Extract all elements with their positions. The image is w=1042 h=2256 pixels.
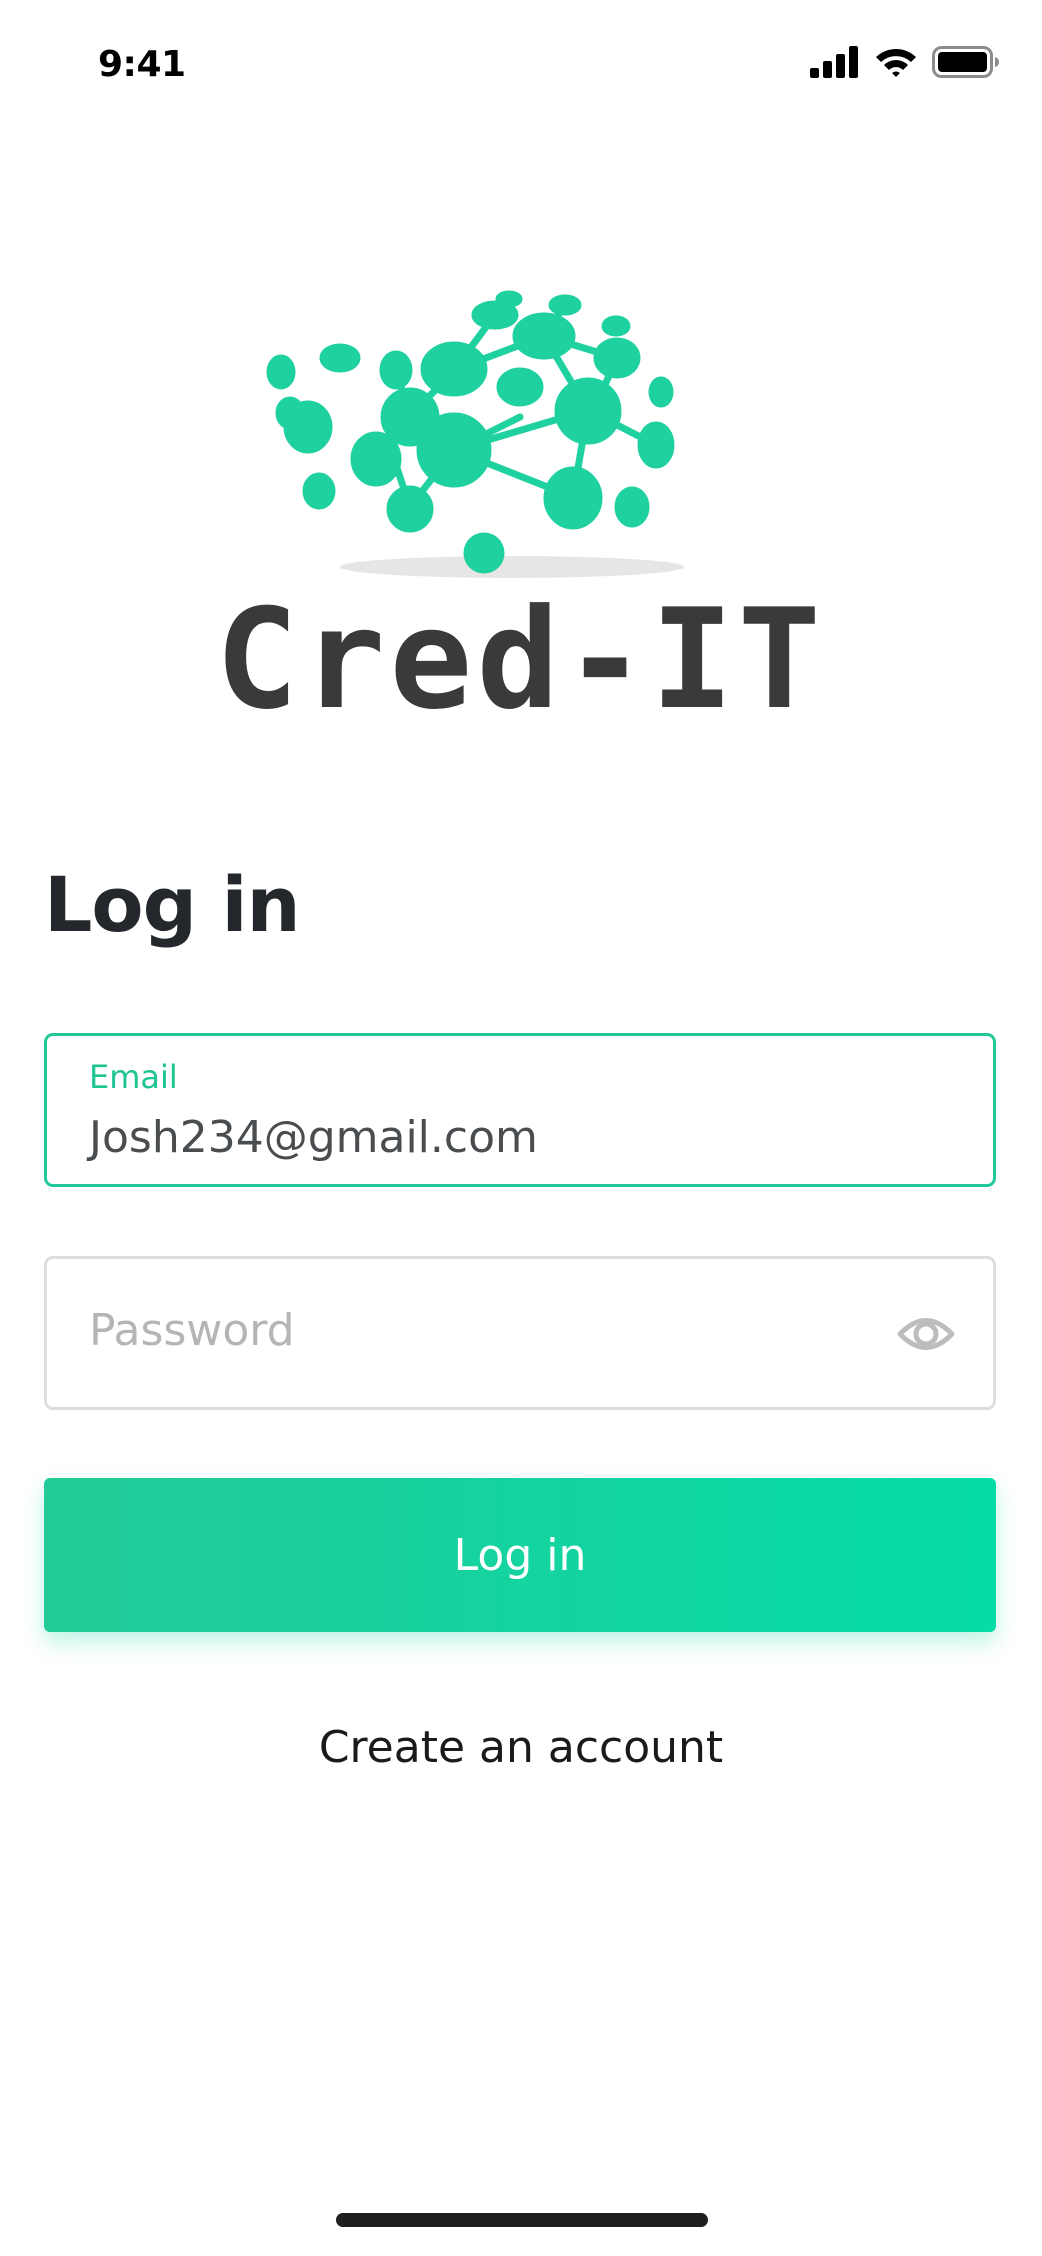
email-field[interactable]: Email Josh234@gmail.com	[44, 1033, 996, 1187]
app-logo: Cred-IT	[220, 290, 820, 720]
email-field-label: Email	[89, 1058, 178, 1096]
logo-shadow	[340, 556, 684, 578]
login-button[interactable]: Log in	[44, 1478, 996, 1632]
email-field-value[interactable]: Josh234@gmail.com	[89, 1112, 538, 1163]
password-field[interactable]: Password	[44, 1256, 996, 1410]
create-account-link[interactable]: Create an account	[0, 1722, 1042, 1773]
wifi-icon	[874, 46, 918, 78]
cellular-signal-icon	[810, 46, 860, 78]
eye-icon[interactable]	[897, 1305, 955, 1363]
status-bar-time: 9:41	[98, 44, 186, 85]
home-indicator[interactable]	[336, 2213, 708, 2227]
molecule-network-icon	[266, 290, 675, 574]
status-bar-icons	[810, 46, 1000, 78]
battery-icon	[932, 46, 1000, 78]
page-title: Log in	[44, 860, 301, 949]
logo-wordmark: Cred-IT	[220, 579, 820, 720]
password-placeholder: Password	[89, 1305, 295, 1356]
